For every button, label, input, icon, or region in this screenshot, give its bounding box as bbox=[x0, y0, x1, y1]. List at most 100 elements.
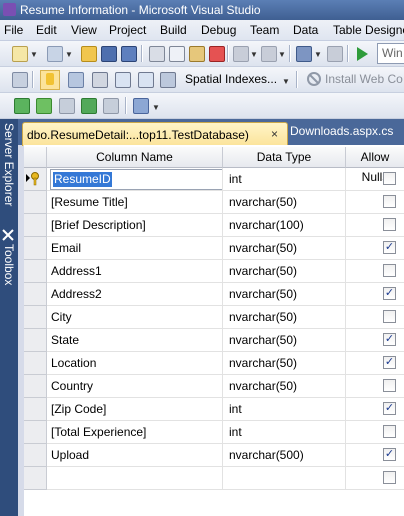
table-row[interactable]: Address2 nvarchar(50) ✓ bbox=[24, 283, 404, 306]
allow-nulls-checkbox[interactable]: ✓ bbox=[383, 287, 396, 300]
table-row[interactable]: Location nvarchar(50) ✓ bbox=[24, 352, 404, 375]
save-icon[interactable] bbox=[99, 44, 117, 62]
column-name-cell[interactable]: Address1 bbox=[47, 260, 223, 283]
menu-file[interactable]: File bbox=[4, 23, 23, 37]
table-row[interactable]: [Zip Code] int ✓ bbox=[24, 398, 404, 421]
menu-data[interactable]: Data bbox=[293, 23, 318, 37]
menu-project[interactable]: Project bbox=[109, 23, 146, 37]
table-row[interactable] bbox=[24, 467, 404, 490]
paste-icon[interactable] bbox=[187, 44, 205, 62]
row-selector[interactable] bbox=[24, 421, 47, 444]
new-project-icon[interactable] bbox=[10, 44, 28, 62]
redo-icon[interactable] bbox=[259, 44, 277, 62]
allow-nulls-checkbox[interactable] bbox=[383, 471, 396, 484]
tab-downloads-aspx-cs[interactable]: Downloads.aspx.cs bbox=[290, 124, 393, 138]
menu-debug[interactable]: Debug bbox=[201, 23, 236, 37]
column-name-cell[interactable]: Location bbox=[47, 352, 223, 375]
chevron-down-icon[interactable]: ▼ bbox=[30, 50, 38, 59]
table-row[interactable]: City nvarchar(50) bbox=[24, 306, 404, 329]
column-name-cell[interactable]: [Brief Description] bbox=[47, 214, 223, 237]
copy-icon[interactable] bbox=[167, 44, 185, 62]
column-name-cell[interactable]: State bbox=[47, 329, 223, 352]
solution-configuration-combo[interactable]: Win bbox=[377, 43, 404, 64]
indexes-keys-icon[interactable] bbox=[90, 70, 108, 88]
allow-nulls-checkbox[interactable] bbox=[383, 264, 396, 277]
delete-icon[interactable] bbox=[207, 44, 225, 62]
column-name-cell[interactable]: Upload bbox=[47, 444, 223, 467]
table-row[interactable]: State nvarchar(50) ✓ bbox=[24, 329, 404, 352]
xml-indexes-icon[interactable] bbox=[136, 70, 154, 88]
navigate-forward-icon[interactable] bbox=[325, 44, 343, 62]
allow-nulls-checkbox[interactable] bbox=[383, 195, 396, 208]
menu-team[interactable]: Team bbox=[250, 23, 279, 37]
column-name-cell[interactable]: ResumeID bbox=[47, 168, 223, 191]
generate-change-script-icon[interactable] bbox=[10, 70, 28, 88]
chevron-down-icon[interactable]: ▼ bbox=[278, 50, 286, 59]
fulltext-index-icon[interactable] bbox=[113, 70, 131, 88]
row-selector[interactable] bbox=[24, 214, 47, 237]
close-icon[interactable]: × bbox=[271, 127, 278, 141]
table-row[interactable]: [Total Experience] int bbox=[24, 421, 404, 444]
spatial-indexes-button[interactable]: Spatial Indexes... bbox=[185, 72, 277, 86]
toolbar-options-icon[interactable]: ▼ bbox=[282, 77, 290, 86]
row-selector[interactable] bbox=[24, 467, 47, 490]
row-selector[interactable] bbox=[24, 168, 47, 191]
column-name-cell[interactable]: Country bbox=[47, 375, 223, 398]
toolbar-options-icon[interactable]: ▼ bbox=[152, 103, 160, 112]
menu-view[interactable]: View bbox=[71, 23, 97, 37]
row-selector[interactable] bbox=[24, 237, 47, 260]
primary-key-icon[interactable] bbox=[40, 70, 60, 90]
open-folder-icon[interactable] bbox=[79, 44, 97, 62]
allow-nulls-checkbox[interactable] bbox=[383, 218, 396, 231]
chevron-down-icon[interactable]: ▼ bbox=[65, 50, 73, 59]
start-debugging-icon[interactable] bbox=[353, 45, 371, 63]
menu-build[interactable]: Build bbox=[160, 23, 187, 37]
row-selector[interactable] bbox=[24, 283, 47, 306]
chevron-down-icon[interactable]: ▼ bbox=[314, 50, 322, 59]
allow-nulls-checkbox[interactable]: ✓ bbox=[383, 333, 396, 346]
row-selector[interactable] bbox=[24, 398, 47, 421]
relationships-icon[interactable] bbox=[66, 70, 84, 88]
column-name-input[interactable]: ResumeID bbox=[50, 169, 222, 190]
execute-icon[interactable] bbox=[12, 96, 30, 114]
table-row[interactable]: Country nvarchar(50) bbox=[24, 375, 404, 398]
allow-nulls-checkbox[interactable]: ✓ bbox=[383, 448, 396, 461]
properties-icon[interactable] bbox=[131, 96, 149, 114]
table-row[interactable]: [Resume Title] nvarchar(50) bbox=[24, 191, 404, 214]
row-selector[interactable] bbox=[24, 444, 47, 467]
menu-table-designer[interactable]: Table Designer bbox=[333, 23, 404, 37]
stop-icon[interactable] bbox=[101, 96, 119, 114]
column-name-cell[interactable]: [Total Experience] bbox=[47, 421, 223, 444]
allow-nulls-checkbox[interactable]: ✓ bbox=[383, 241, 396, 254]
allow-nulls-checkbox[interactable] bbox=[383, 379, 396, 392]
save-all-icon[interactable] bbox=[119, 44, 137, 62]
allow-nulls-checkbox[interactable]: ✓ bbox=[383, 356, 396, 369]
row-selector[interactable] bbox=[24, 375, 47, 398]
allow-nulls-checkbox[interactable] bbox=[383, 425, 396, 438]
navigate-backward-icon[interactable] bbox=[294, 44, 312, 62]
install-web-components-button[interactable]: Install Web Co bbox=[325, 72, 403, 86]
allow-nulls-checkbox[interactable] bbox=[383, 172, 396, 185]
row-selector[interactable] bbox=[24, 260, 47, 283]
add-item-icon[interactable] bbox=[45, 44, 63, 62]
run-icon[interactable] bbox=[79, 96, 97, 114]
row-selector[interactable] bbox=[24, 352, 47, 375]
table-row[interactable]: Upload nvarchar(500) ✓ bbox=[24, 444, 404, 467]
cut-icon[interactable] bbox=[147, 44, 165, 62]
allow-nulls-checkbox[interactable]: ✓ bbox=[383, 402, 396, 415]
undo-icon[interactable] bbox=[231, 44, 249, 62]
table-row[interactable]: [Brief Description] nvarchar(100) bbox=[24, 214, 404, 237]
allow-nulls-checkbox[interactable] bbox=[383, 310, 396, 323]
column-name-cell[interactable]: City bbox=[47, 306, 223, 329]
row-selector[interactable] bbox=[24, 191, 47, 214]
check-constraints-icon[interactable] bbox=[158, 70, 176, 88]
tab-resume-detail[interactable]: dbo.ResumeDetail:...top11.TestDatabase) … bbox=[22, 122, 288, 146]
table-row[interactable]: Email nvarchar(50) ✓ bbox=[24, 237, 404, 260]
column-name-cell[interactable]: [Resume Title] bbox=[47, 191, 223, 214]
table-row[interactable]: Address1 nvarchar(50) bbox=[24, 260, 404, 283]
column-name-cell[interactable]: [Zip Code] bbox=[47, 398, 223, 421]
refresh-icon[interactable] bbox=[57, 96, 75, 114]
row-selector[interactable] bbox=[24, 306, 47, 329]
column-name-cell[interactable]: Address2 bbox=[47, 283, 223, 306]
table-row[interactable]: ResumeID int bbox=[24, 168, 404, 191]
